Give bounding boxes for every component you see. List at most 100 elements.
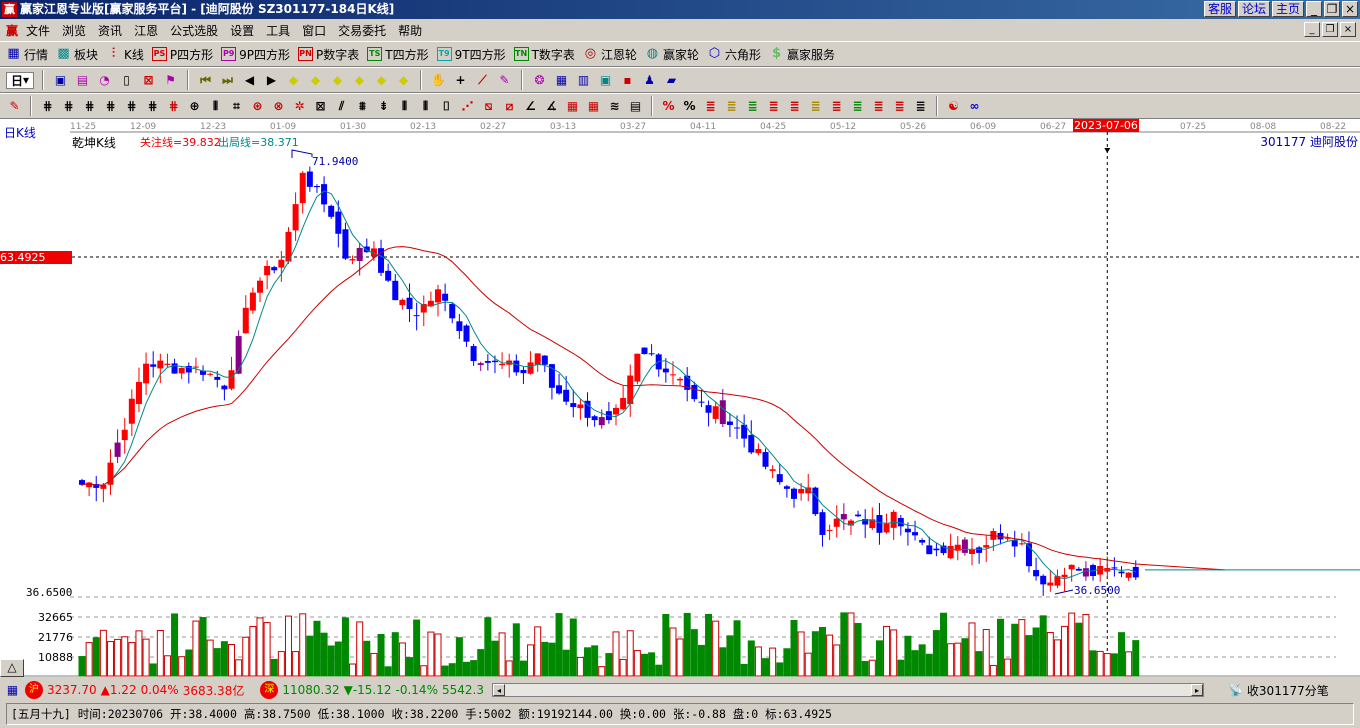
doc-icon[interactable]: ▤ xyxy=(627,98,644,115)
menu-logo-icon[interactable]: 赢 xyxy=(4,22,20,39)
homepage-button[interactable]: 主页 xyxy=(1271,1,1304,17)
stairs-icon[interactable]: ⌗ xyxy=(228,98,245,115)
lines-icon[interactable]: ≋ xyxy=(606,98,623,115)
eq4-icon[interactable]: ≣ xyxy=(765,98,782,115)
diamond6-icon[interactable]: ◆ xyxy=(395,72,412,89)
zoom-icon[interactable]: ◔ xyxy=(96,72,113,89)
diamond5-icon[interactable]: ◆ xyxy=(373,72,390,89)
mdi-restore-button[interactable]: ❐ xyxy=(1322,22,1338,37)
spiral-icon[interactable]: ✲ xyxy=(291,98,308,115)
box3-icon[interactable]: ▦ xyxy=(585,98,602,115)
menu-help[interactable]: 帮助 xyxy=(392,22,428,39)
circle-grid-icon[interactable]: ⊕ xyxy=(186,98,203,115)
toolbar-button-t9[interactable]: T9 9T四方形 xyxy=(436,46,506,63)
infinity-icon[interactable]: ∞ xyxy=(966,98,983,115)
grid1-icon[interactable]: ⋕ xyxy=(39,98,56,115)
target-icon[interactable]: ⊗ xyxy=(270,98,287,115)
eq2-icon[interactable]: ≣ xyxy=(723,98,740,115)
scroll-right-button[interactable]: ▸ xyxy=(1190,684,1203,696)
bar-icon[interactable]: ▯ xyxy=(118,72,135,89)
hand-icon[interactable]: ✋ xyxy=(430,72,447,89)
menu-news[interactable]: 资讯 xyxy=(92,22,128,39)
mdi-close-button[interactable]: × xyxy=(1340,22,1356,37)
period-select[interactable]: 日 ▾ xyxy=(6,71,34,89)
ray-icon[interactable]: ⫽ xyxy=(333,98,350,115)
cross-icon[interactable]: ⊠ xyxy=(140,72,157,89)
chart-icon[interactable]: ▣ xyxy=(52,72,69,89)
menu-window[interactable]: 窗口 xyxy=(296,22,332,39)
menu-tools[interactable]: 工具 xyxy=(260,22,296,39)
users-icon[interactable]: ♟ xyxy=(641,72,658,89)
line-icon[interactable]: ⟋ xyxy=(474,72,491,89)
menu-browse[interactable]: 浏览 xyxy=(56,22,92,39)
kline-chart[interactable]: 11-25 12-09 12-23 01-09 01-30 02-13 02-27 03-13… xyxy=(0,119,1360,677)
customer-service-button[interactable]: 客服 xyxy=(1203,1,1236,17)
grid6-icon[interactable]: ⋕ xyxy=(144,98,161,115)
toolbar-button-kline[interactable]: ⫶ K线 xyxy=(106,46,144,63)
bars-icon[interactable]: ⦀ xyxy=(207,98,224,115)
menu-settings[interactable]: 设置 xyxy=(224,22,260,39)
table-icon[interactable]: ▤ xyxy=(74,72,91,89)
hbars-icon[interactable]: ⫴ xyxy=(417,98,434,115)
forum-button[interactable]: 论坛 xyxy=(1237,1,1270,17)
eq6-icon[interactable]: ≣ xyxy=(807,98,824,115)
pct1-icon[interactable]: % xyxy=(660,98,677,115)
brain-icon[interactable]: ❂ xyxy=(531,72,548,89)
grid2-icon[interactable]: ⋕ xyxy=(60,98,77,115)
minimize-button[interactable]: _ xyxy=(1306,1,1322,17)
toolbar-button-grid[interactable]: ▦ 行情 xyxy=(6,46,48,63)
mdi-minimize-button[interactable]: _ xyxy=(1304,22,1320,37)
toolbar-button-blocks[interactable]: ▩ 板块 xyxy=(56,46,98,63)
toggle-panel-button[interactable]: △ xyxy=(0,659,24,677)
fan4-icon[interactable]: ⧄ xyxy=(501,98,518,115)
fan3-icon[interactable]: ⧅ xyxy=(480,98,497,115)
pencil-icon[interactable]: ✎ xyxy=(6,98,23,115)
diamond3-icon[interactable]: ◆ xyxy=(329,72,346,89)
box-icon[interactable]: ⊠ xyxy=(312,98,329,115)
save-icon[interactable]: ▪ xyxy=(619,72,636,89)
eq8-icon[interactable]: ≣ xyxy=(849,98,866,115)
eq10-icon[interactable]: ≣ xyxy=(891,98,908,115)
toolbar-button-p9[interactable]: P9 9P四方形 xyxy=(221,46,290,63)
calculator-icon[interactable]: ▦ xyxy=(4,682,21,699)
eq3-icon[interactable]: ≣ xyxy=(744,98,761,115)
first-icon[interactable]: ⏮ xyxy=(197,72,214,89)
calc-icon[interactable]: ▦ xyxy=(553,72,570,89)
vert-icon[interactable]: ⦀ xyxy=(396,98,413,115)
grid5-icon[interactable]: ⋕ xyxy=(123,98,140,115)
next-icon[interactable]: ▶ xyxy=(263,72,280,89)
fan-icon[interactable]: ⊛ xyxy=(249,98,266,115)
pct-icon[interactable]: % xyxy=(681,98,698,115)
calendar-icon[interactable]: ▥ xyxy=(575,72,592,89)
angle2-icon[interactable]: ∡ xyxy=(543,98,560,115)
toolbar-button-hexagon[interactable]: ⬡ 六角形 xyxy=(707,46,761,63)
restore-button[interactable]: ❐ xyxy=(1324,1,1340,17)
toolbar-button-ps[interactable]: PS P四方形 xyxy=(151,46,213,63)
menu-file[interactable]: 文件 xyxy=(20,22,56,39)
diamond4-icon[interactable]: ◆ xyxy=(351,72,368,89)
eq11-icon[interactable]: ≣ xyxy=(912,98,929,115)
horizontal-scrollbar[interactable]: ◂ ▸ xyxy=(491,683,1204,697)
menu-gann[interactable]: 江恩 xyxy=(128,22,164,39)
eq1-icon[interactable]: ≣ xyxy=(702,98,719,115)
arrows-icon[interactable]: ⇟ xyxy=(375,98,392,115)
yinyang-icon[interactable]: ☯ xyxy=(945,98,962,115)
scroll-left-button[interactable]: ◂ xyxy=(492,684,505,696)
chart-canvas[interactable]: 11-25 12-09 12-23 01-09 01-30 02-13 02-27 03-13… xyxy=(0,119,1360,677)
eq7-icon[interactable]: ≣ xyxy=(828,98,845,115)
toolbar-button-gann-wheel[interactable]: ◎ 江恩轮 xyxy=(583,46,637,63)
prev-icon[interactable]: ◀ xyxy=(241,72,258,89)
plus-icon[interactable]: + xyxy=(452,72,469,89)
monitor-icon[interactable]: ▣ xyxy=(597,72,614,89)
toolbar-button-tn[interactable]: TN T数字表 xyxy=(513,46,575,63)
eq5-icon[interactable]: ≣ xyxy=(786,98,803,115)
last-icon[interactable]: ⏭ xyxy=(219,72,236,89)
diamond1-icon[interactable]: ◆ xyxy=(285,72,302,89)
close-button[interactable]: × xyxy=(1342,1,1358,17)
toolbar-button-ts[interactable]: TS T四方形 xyxy=(367,46,429,63)
diamond2-icon[interactable]: ◆ xyxy=(307,72,324,89)
grid4-icon[interactable]: ⋕ xyxy=(102,98,119,115)
pen-icon[interactable]: ✎ xyxy=(496,72,513,89)
truck-icon[interactable]: ▰ xyxy=(663,72,680,89)
menu-formula[interactable]: 公式选股 xyxy=(164,22,224,39)
